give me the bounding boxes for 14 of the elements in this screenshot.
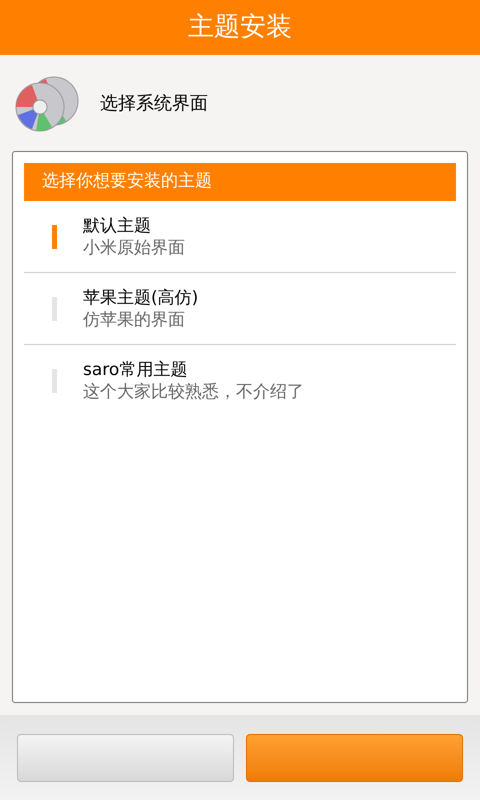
- theme-item[interactable]: saro常用主题 这个大家比较熟悉，不介绍了: [24, 345, 456, 417]
- theme-name: saro常用主题: [83, 359, 188, 381]
- window-title: 主题安装: [188, 11, 292, 44]
- action-button[interactable]: [246, 734, 463, 782]
- header-label: 选择系统界面: [100, 92, 208, 116]
- theme-item[interactable]: 默认主题 小米原始界面: [24, 201, 456, 273]
- theme-name: 苹果主题(高仿): [83, 286, 198, 308]
- theme-description: 小米原始界面: [83, 236, 185, 258]
- theme-item[interactable]: 苹果主题(高仿) 仿苹果的界面: [24, 273, 456, 345]
- theme-description: 仿苹果的界面: [83, 308, 186, 330]
- section-heading: 选择你想要安装的主题: [24, 163, 456, 201]
- theme-name: 默认主题: [83, 214, 152, 236]
- theme-description: 这个大家比较熟悉，不介绍了: [83, 381, 304, 403]
- action-button[interactable]: [17, 734, 234, 782]
